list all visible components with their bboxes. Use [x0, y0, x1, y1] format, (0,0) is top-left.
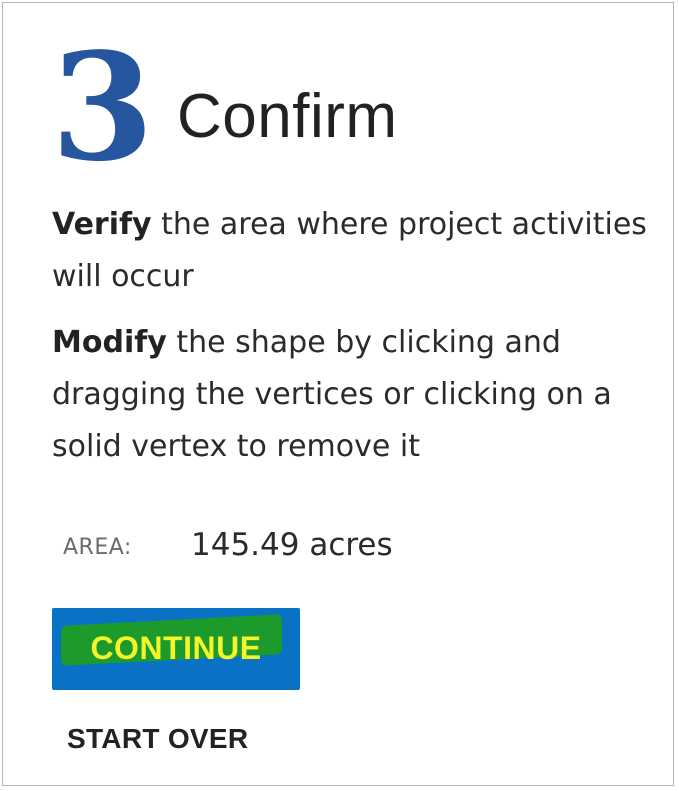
confirm-panel: 3 Confirm Verify the area where project … [2, 2, 674, 786]
start-over-link[interactable]: START OVER [67, 723, 248, 755]
area-label: AREA: [63, 535, 132, 560]
verify-keyword: Verify [52, 207, 152, 242]
continue-button[interactable]: CONTINUE [52, 608, 300, 690]
verify-instruction: Verify the area where project activities… [52, 199, 662, 303]
step-title: Confirm [177, 82, 398, 151]
area-value: 145.49 acres [191, 527, 393, 563]
step-header: 3 Confirm [51, 33, 651, 183]
modify-instruction: Modify the shape by clicking and draggin… [52, 317, 662, 473]
continue-label: CONTINUE [90, 630, 262, 666]
area-row: AREA: 145.49 acres [63, 527, 623, 567]
instructions: Verify the area where project activities… [52, 199, 662, 473]
modify-keyword: Modify [52, 325, 167, 360]
step-number: 3 [51, 20, 154, 194]
